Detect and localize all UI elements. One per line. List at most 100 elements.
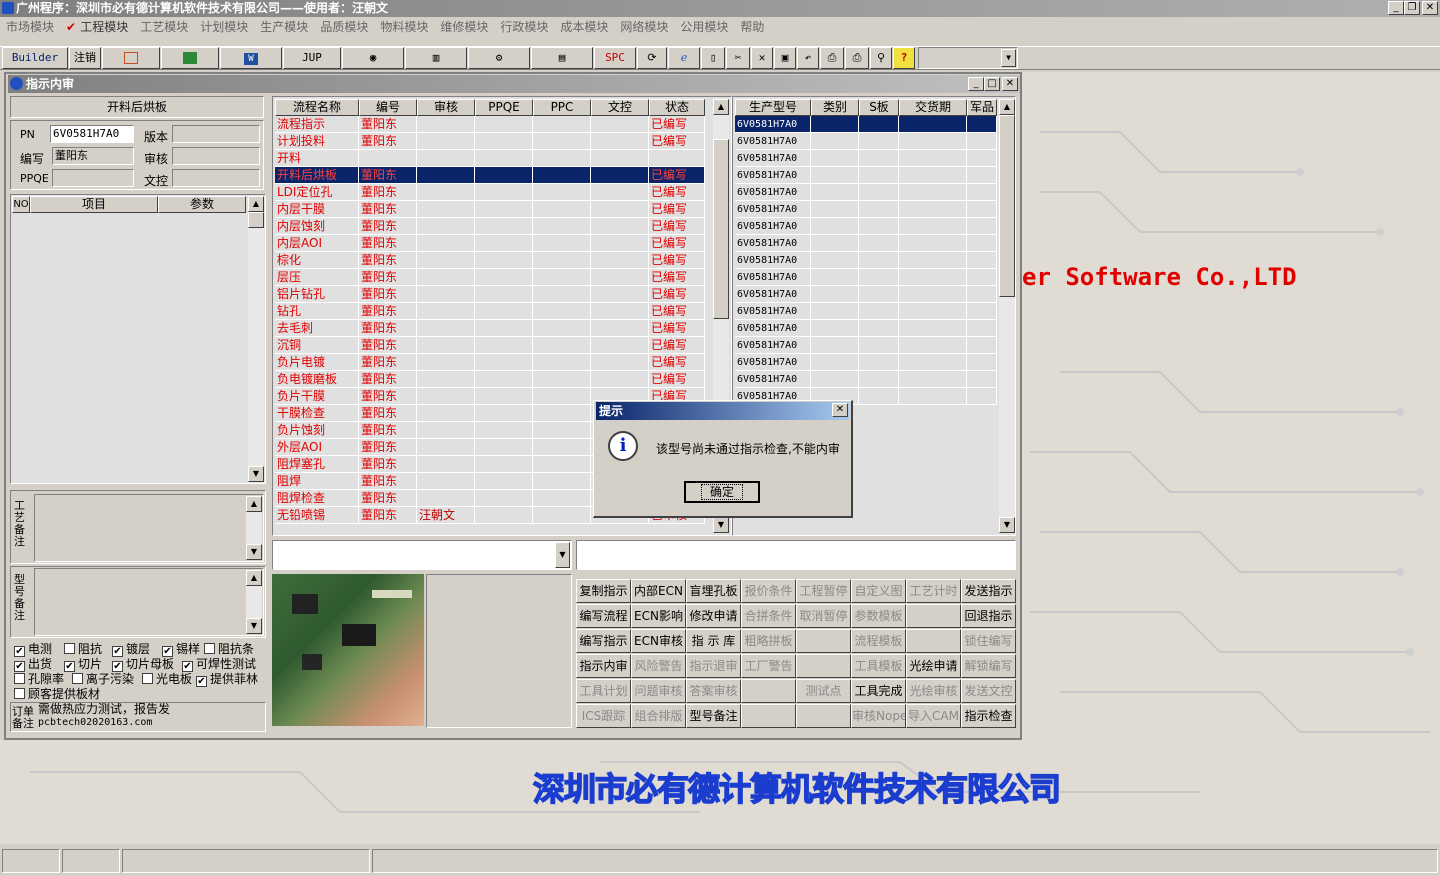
param-header-value[interactable]: 参数	[158, 196, 246, 213]
scroll-up-icon[interactable]: ▲	[246, 496, 262, 512]
review-field[interactable]	[172, 147, 260, 165]
function-button[interactable]	[906, 629, 961, 653]
function-button[interactable]: 工具完成	[851, 679, 906, 703]
function-button[interactable]: 编写指示	[576, 629, 631, 653]
function-button[interactable]: 粗略拼板	[741, 629, 796, 653]
computer-icon[interactable]: ▤	[531, 47, 593, 69]
checkbox-6[interactable]: ✔ 切片	[64, 657, 102, 672]
find-icon[interactable]: ⚲	[870, 47, 892, 69]
window-minimize-icon[interactable]: _	[968, 77, 984, 91]
checkbox-4[interactable]: 阻抗条	[204, 642, 254, 657]
function-button[interactable]: 问题审核	[631, 679, 686, 703]
scroll-down-icon[interactable]: ▼	[999, 517, 1015, 533]
model-header-3[interactable]: 交货期	[899, 99, 967, 116]
function-button[interactable]: 内部ECN	[631, 579, 686, 603]
checkbox-13[interactable]: 顾客提供板材	[14, 687, 100, 702]
function-button[interactable]: 取消暂停	[796, 604, 851, 628]
model-row[interactable]: 6V0581H7A0	[735, 320, 997, 337]
scroll-up-icon[interactable]: ▲	[999, 99, 1015, 115]
checkbox-10[interactable]: 离子污染	[72, 672, 134, 687]
checkbox-box[interactable]	[72, 673, 83, 684]
scroll-thumb[interactable]	[999, 115, 1015, 297]
menu-item-3[interactable]: 计划模块	[194, 17, 254, 37]
checkbox-box[interactable]: ✔	[196, 676, 207, 687]
menu-item-9[interactable]: 成本模块	[554, 17, 614, 37]
function-button[interactable]: 指示退审	[686, 654, 741, 678]
function-button[interactable]: 工具计划	[576, 679, 631, 703]
function-button[interactable]: 流程模板	[851, 629, 906, 653]
function-button[interactable]: 工程暂停	[796, 579, 851, 603]
model-search-field[interactable]	[576, 540, 1016, 570]
process-row[interactable]: 流程指示 董阳东 已编写	[275, 116, 705, 133]
checkbox-box[interactable]	[64, 643, 75, 654]
checkbox-box[interactable]: ✔	[14, 661, 25, 672]
function-button[interactable]: 导入CAM	[906, 704, 961, 728]
model-row[interactable]: 6V0581H7A0	[735, 116, 997, 133]
process-row[interactable]: 棕化 董阳东 已编写	[275, 252, 705, 269]
process-select[interactable]: ▼	[272, 540, 572, 570]
close-icon[interactable]: ✕	[1422, 1, 1438, 15]
process-header-5[interactable]: 文控	[591, 99, 649, 116]
checkbox-box[interactable]: ✔	[112, 661, 123, 672]
function-button[interactable]: 光绘审核	[906, 679, 961, 703]
checkbox-0[interactable]: ✔ 电测	[14, 642, 52, 657]
process-row[interactable]: 去毛刺 董阳东 已编写	[275, 320, 705, 337]
model-header-1[interactable]: 类别	[811, 99, 859, 116]
model-row[interactable]: 6V0581H7A0	[735, 303, 997, 320]
restore-icon[interactable]: ❐	[1404, 1, 1420, 15]
function-button[interactable]: 指示内审	[576, 654, 631, 678]
refresh-icon[interactable]: ⟳	[637, 47, 667, 69]
function-button[interactable]: 报价条件	[741, 579, 796, 603]
checkbox-12[interactable]: ✔ 提供菲林	[196, 672, 258, 687]
dialog-ok-button[interactable]: 确定	[684, 481, 760, 503]
process-header-2[interactable]: 审核	[417, 99, 475, 116]
function-button[interactable]: ECN审核	[631, 629, 686, 653]
function-button[interactable]: 盲埋孔板	[686, 579, 741, 603]
process-remarks-field[interactable]	[34, 494, 264, 562]
menu-item-11[interactable]: 公用模块	[674, 17, 734, 37]
function-button[interactable]	[796, 704, 851, 728]
process-row[interactable]: 计划投料 董阳东 已编写	[275, 133, 705, 150]
checkbox-box[interactable]: ✔	[14, 646, 25, 657]
network-icon[interactable]: ⚙	[468, 47, 530, 69]
jup-button[interactable]: JUP	[283, 47, 341, 69]
function-button[interactable]	[741, 704, 796, 728]
builder-button[interactable]: Builder	[2, 47, 68, 69]
scroll-thumb[interactable]	[713, 139, 729, 319]
checkbox-1[interactable]: 阻抗	[64, 642, 102, 657]
model-row[interactable]: 6V0581H7A0	[735, 201, 997, 218]
delete-icon[interactable]: ✕	[751, 47, 773, 69]
model-header-0[interactable]: 生产型号	[735, 99, 811, 116]
checkbox-5[interactable]: ✔ 出货	[14, 657, 52, 672]
menu-item-8[interactable]: 行政模块	[494, 17, 554, 37]
eye-icon[interactable]: ◉	[342, 47, 404, 69]
menu-item-0[interactable]: 市场模块	[0, 17, 60, 37]
logout-button[interactable]: 注销	[69, 47, 101, 69]
checkbox-box[interactable]	[14, 688, 25, 699]
function-button[interactable]: 型号备注	[686, 704, 741, 728]
ie-icon[interactable]: ℯ	[668, 47, 700, 69]
editor-field[interactable]: 董阳东	[52, 147, 134, 165]
model-header-2[interactable]: S板	[859, 99, 899, 116]
checkbox-box[interactable]: ✔	[64, 661, 75, 672]
process-header-4[interactable]: PPC	[533, 99, 591, 116]
window-close-icon[interactable]: ✕	[1002, 77, 1018, 91]
model-row[interactable]: 6V0581H7A0	[735, 252, 997, 269]
checkbox-3[interactable]: ✔ 锡样	[162, 642, 200, 657]
model-header-4[interactable]: 军品	[967, 99, 997, 116]
save-icon[interactable]: ▣	[774, 47, 796, 69]
scroll-down-icon[interactable]: ▼	[713, 517, 729, 533]
menu-item-12[interactable]: 帮助	[734, 17, 770, 37]
function-button[interactable]: 发送文控	[961, 679, 1016, 703]
function-button[interactable]: 测试点	[796, 679, 851, 703]
wenkong-field[interactable]	[172, 169, 260, 187]
model-row[interactable]: 6V0581H7A0	[735, 167, 997, 184]
process-row[interactable]: 钻孔 董阳东 已编写	[275, 303, 705, 320]
menu-item-2[interactable]: 工艺模块	[134, 17, 194, 37]
function-button[interactable]	[741, 679, 796, 703]
param-header-no[interactable]: NO	[12, 196, 30, 213]
function-button[interactable]: 指 示 库	[686, 629, 741, 653]
function-button[interactable]: 参数模板	[851, 604, 906, 628]
function-button[interactable]: 回退指示	[961, 604, 1016, 628]
powerpoint-icon[interactable]	[102, 47, 160, 69]
